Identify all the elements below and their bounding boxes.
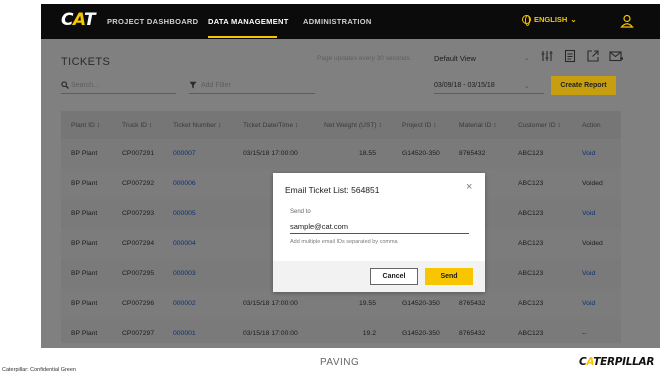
header-material-id[interactable]: Material ID ↕ [459, 122, 497, 129]
update-note: Page updates every 30 seconds [317, 55, 410, 62]
table-row: BP Plant CP007296 000002 03/15/18 17:00:00 1… [61, 289, 621, 319]
table-header: Plant ID ↕ Truck ID ↕ Ticket Number ↕ Ti… [61, 111, 621, 139]
header-project-id[interactable]: Project ID ↕ [402, 122, 437, 129]
plant-id-cell: BP Plant [71, 300, 98, 307]
customer-id-cell: ABC123 [518, 210, 544, 217]
truck-id-cell: CP007294 [122, 240, 155, 247]
customer-id-cell: ABC123 [518, 150, 544, 157]
cancel-button[interactable]: Cancel [370, 268, 418, 285]
column-settings-icon[interactable] [540, 49, 554, 63]
header-plant-id[interactable]: Plant ID ↕ [71, 122, 100, 129]
active-nav-indicator [208, 36, 277, 38]
search-input[interactable]: Search... [61, 79, 176, 94]
table-row: BP Plant CP007297 000001 03/15/18 17:00:00 1… [61, 319, 621, 348]
plant-id-cell: BP Plant [71, 240, 98, 247]
header-ticket-datetime[interactable]: Ticket Date/Time ↕ [243, 122, 298, 129]
plant-id-cell: BP Plant [71, 180, 98, 187]
app-window: CAT PROJECT DASHBOARD DATA MANAGEMENT AD… [41, 4, 660, 348]
customer-id-cell: ABC123 [518, 270, 544, 277]
caterpillar-logo: CATERPILLAR [579, 356, 654, 368]
language-label: ENGLISH [534, 15, 568, 24]
send-button[interactable]: Send [425, 268, 473, 285]
ticket-number-cell[interactable]: 000001 [173, 330, 196, 337]
action-cell: -- [582, 330, 587, 337]
date-chevron-icon[interactable]: ⌄ [524, 82, 530, 90]
ticket-number-cell[interactable]: 000004 [173, 240, 196, 247]
logo-letter-a: A [72, 10, 85, 30]
net-weight-cell: 18.55 [358, 150, 376, 157]
truck-id-cell: CP007292 [122, 180, 155, 187]
action-cell[interactable]: Void [582, 270, 595, 277]
customer-id-cell: ABC123 [518, 300, 544, 307]
ticket-datetime-cell: 03/15/18 17:00:00 [243, 300, 298, 307]
export-icon[interactable] [586, 49, 600, 63]
page-title: TICKETS [61, 56, 111, 68]
logo-letter-c: C [61, 10, 73, 30]
header-truck-id[interactable]: Truck ID ↕ [122, 122, 152, 129]
truck-id-cell: CP007297 [122, 330, 155, 337]
send-to-label: Send to [290, 209, 311, 215]
project-id-cell: G14520-350 [402, 150, 440, 157]
header-ticket-number[interactable]: Ticket Number ↕ [173, 122, 221, 129]
customer-id-cell: ABC123 [518, 180, 544, 187]
customer-id-cell: ABC123 [518, 330, 544, 337]
material-id-cell: 8765432 [459, 300, 486, 307]
nav-administration[interactable]: ADMINISTRATION [303, 17, 372, 26]
header-action: Action [582, 122, 601, 129]
email-field[interactable] [290, 219, 469, 234]
net-weight-cell: 19.2 [362, 330, 376, 337]
ticket-number-cell[interactable]: 000006 [173, 180, 196, 187]
ticket-number-cell[interactable]: 000002 [173, 300, 196, 307]
email-icon[interactable] [609, 49, 623, 63]
action-cell: Voided [582, 180, 603, 187]
project-id-cell: G14520-350 [402, 300, 440, 307]
document-icon[interactable] [563, 49, 577, 63]
email-hint: Add multiple email IDs separated by comm… [290, 239, 398, 245]
nav-data-management[interactable]: DATA MANAGEMENT [208, 17, 289, 26]
globe-icon [522, 15, 531, 26]
material-id-cell: 8765432 [459, 330, 486, 337]
language-selector[interactable]: ENGLISH ⌄ [522, 15, 577, 26]
chevron-down-icon: ⌄ [570, 15, 577, 24]
close-icon[interactable]: × [466, 182, 472, 193]
truck-id-cell: CP007293 [122, 210, 155, 217]
net-weight-cell: 19.55 [358, 300, 376, 307]
material-id-cell: 8765432 [459, 150, 486, 157]
email-ticket-modal: Email Ticket List: 564851 × Send to Add … [273, 173, 485, 292]
modal-title: Email Ticket List: 564851 [285, 185, 380, 195]
ticket-number-cell[interactable]: 000005 [173, 210, 196, 217]
ticket-number-cell[interactable]: 000007 [173, 150, 196, 157]
plant-id-cell: BP Plant [71, 210, 98, 217]
ticket-datetime-cell: 03/15/18 17:00:00 [243, 150, 298, 157]
action-cell: Voided [582, 240, 603, 247]
brand-letters-rest: TERPILLAR [593, 356, 655, 368]
confidential-label: Caterpillar: Confidential Green [2, 367, 76, 373]
project-id-cell: G14520-350 [402, 330, 440, 337]
action-cell[interactable]: Void [582, 150, 595, 157]
add-filter-input[interactable]: Add Filter [189, 79, 315, 94]
header-customer-id[interactable]: Customer ID ↕ [518, 122, 561, 129]
nav-project-dashboard[interactable]: PROJECT DASHBOARD [107, 17, 198, 26]
table-row: BP Plant CP007291 000007 03/15/18 17:00:00 1… [61, 139, 621, 169]
top-navigation: CAT PROJECT DASHBOARD DATA MANAGEMENT AD… [41, 4, 660, 39]
create-report-button[interactable]: Create Report [551, 76, 616, 95]
ticket-datetime-cell: 03/15/18 17:00:00 [243, 330, 298, 337]
plant-id-cell: BP Plant [71, 150, 98, 157]
customer-id-cell: ABC123 [518, 240, 544, 247]
plant-id-cell: BP Plant [71, 330, 98, 337]
modal-footer: Cancel Send [273, 261, 485, 292]
truck-id-cell: CP007295 [122, 270, 155, 277]
action-cell[interactable]: Void [582, 300, 595, 307]
view-chevron-icon[interactable]: ⌄ [524, 54, 530, 62]
truck-id-cell: CP007291 [122, 150, 155, 157]
plant-id-cell: BP Plant [71, 270, 98, 277]
action-cell[interactable]: Void [582, 210, 595, 217]
logo-letter-t: T [84, 10, 96, 30]
header-net-weight[interactable]: Net Weight (UST) ↕ [324, 122, 382, 129]
paving-label: PAVING [320, 357, 360, 368]
user-icon[interactable] [620, 14, 634, 28]
truck-id-cell: CP007296 [122, 300, 155, 307]
ticket-number-cell[interactable]: 000003 [173, 270, 196, 277]
cat-logo[interactable]: CAT [61, 10, 96, 30]
